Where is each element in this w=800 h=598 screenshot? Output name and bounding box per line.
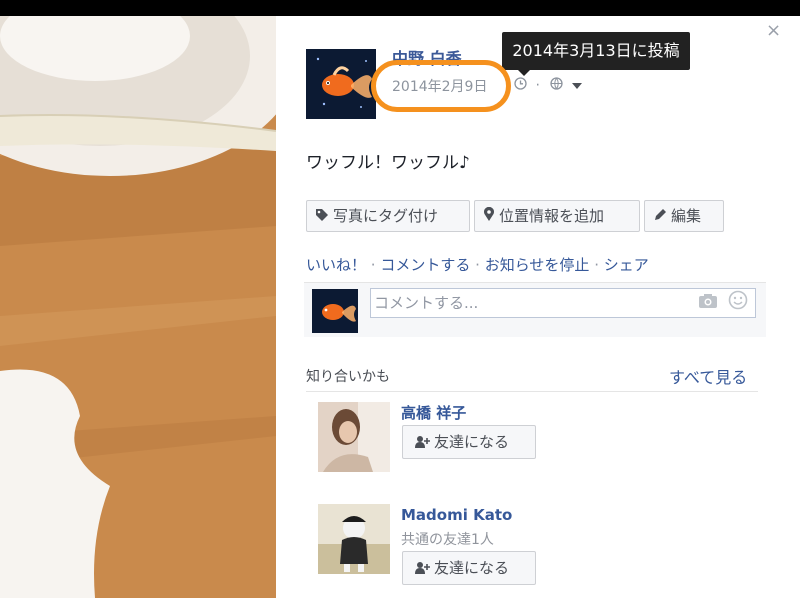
location-pin-icon — [483, 202, 495, 232]
commenter-avatar — [312, 289, 358, 333]
action-separator: · — [594, 256, 599, 274]
stop-notifications-link[interactable]: お知らせを停止 — [485, 256, 590, 274]
add-friend-label: 友達になる — [434, 559, 510, 577]
globe-icon[interactable] — [550, 77, 564, 94]
action-separator: · — [475, 256, 480, 274]
add-friend-icon — [415, 427, 430, 459]
photo-viewer-image[interactable] — [0, 16, 276, 598]
pencil-icon — [653, 202, 667, 232]
mutual-friends: 共通の友達1人 — [401, 532, 494, 548]
add-location-label: 位置情報を追加 — [499, 207, 605, 225]
suggestion-photo[interactable] — [318, 402, 390, 472]
tag-photo-button[interactable]: 写真にタグ付け — [306, 200, 470, 232]
add-friend-icon — [415, 553, 430, 585]
tag-photo-label: 写真にタグ付け — [333, 207, 439, 225]
share-link[interactable]: シェア — [604, 256, 649, 274]
suggestion-name[interactable]: Madomi Kato — [401, 506, 512, 524]
chevron-down-icon[interactable] — [571, 78, 582, 94]
add-friend-button[interactable]: 友達になる — [402, 425, 536, 459]
camera-icon[interactable] — [698, 293, 718, 313]
edit-button[interactable]: 編集 — [644, 200, 724, 232]
add-friend-label: 友達になる — [434, 433, 510, 451]
viewer-top-bar — [0, 0, 800, 16]
edit-label: 編集 — [671, 207, 702, 225]
see-all-link[interactable]: すべて見る — [669, 364, 747, 388]
comment-placeholder: コメントする... — [374, 294, 479, 312]
suggestion-photo[interactable] — [318, 504, 390, 574]
post-text: ワッフル！ワッフル♪ — [306, 153, 470, 173]
timestamp-tooltip: 2014年3月13日に投稿 — [502, 32, 690, 70]
post-meta-icons: · — [514, 77, 586, 94]
date-highlight-circle — [371, 60, 511, 112]
tag-icon — [315, 202, 329, 232]
suggestion-name[interactable]: 高橋 祥子 — [401, 402, 466, 423]
add-location-button[interactable]: 位置情報を追加 — [474, 200, 640, 232]
suggestions-title: 知り合いかも — [306, 369, 390, 385]
meta-separator: · — [535, 77, 540, 94]
action-separator: · — [370, 256, 376, 274]
author-avatar[interactable] — [306, 49, 376, 119]
divider — [306, 391, 758, 392]
close-icon[interactable]: × — [766, 22, 781, 40]
smiley-icon[interactable] — [728, 290, 748, 314]
comment-link[interactable]: コメントする — [380, 256, 470, 274]
clock-icon — [514, 77, 527, 94]
add-friend-button[interactable]: 友達になる — [402, 551, 536, 585]
tooltip-arrow — [518, 70, 530, 76]
post-actions: いいね！ · コメントする · お知らせを停止 · シェア — [306, 254, 649, 275]
like-link[interactable]: いいね！ — [306, 256, 366, 274]
